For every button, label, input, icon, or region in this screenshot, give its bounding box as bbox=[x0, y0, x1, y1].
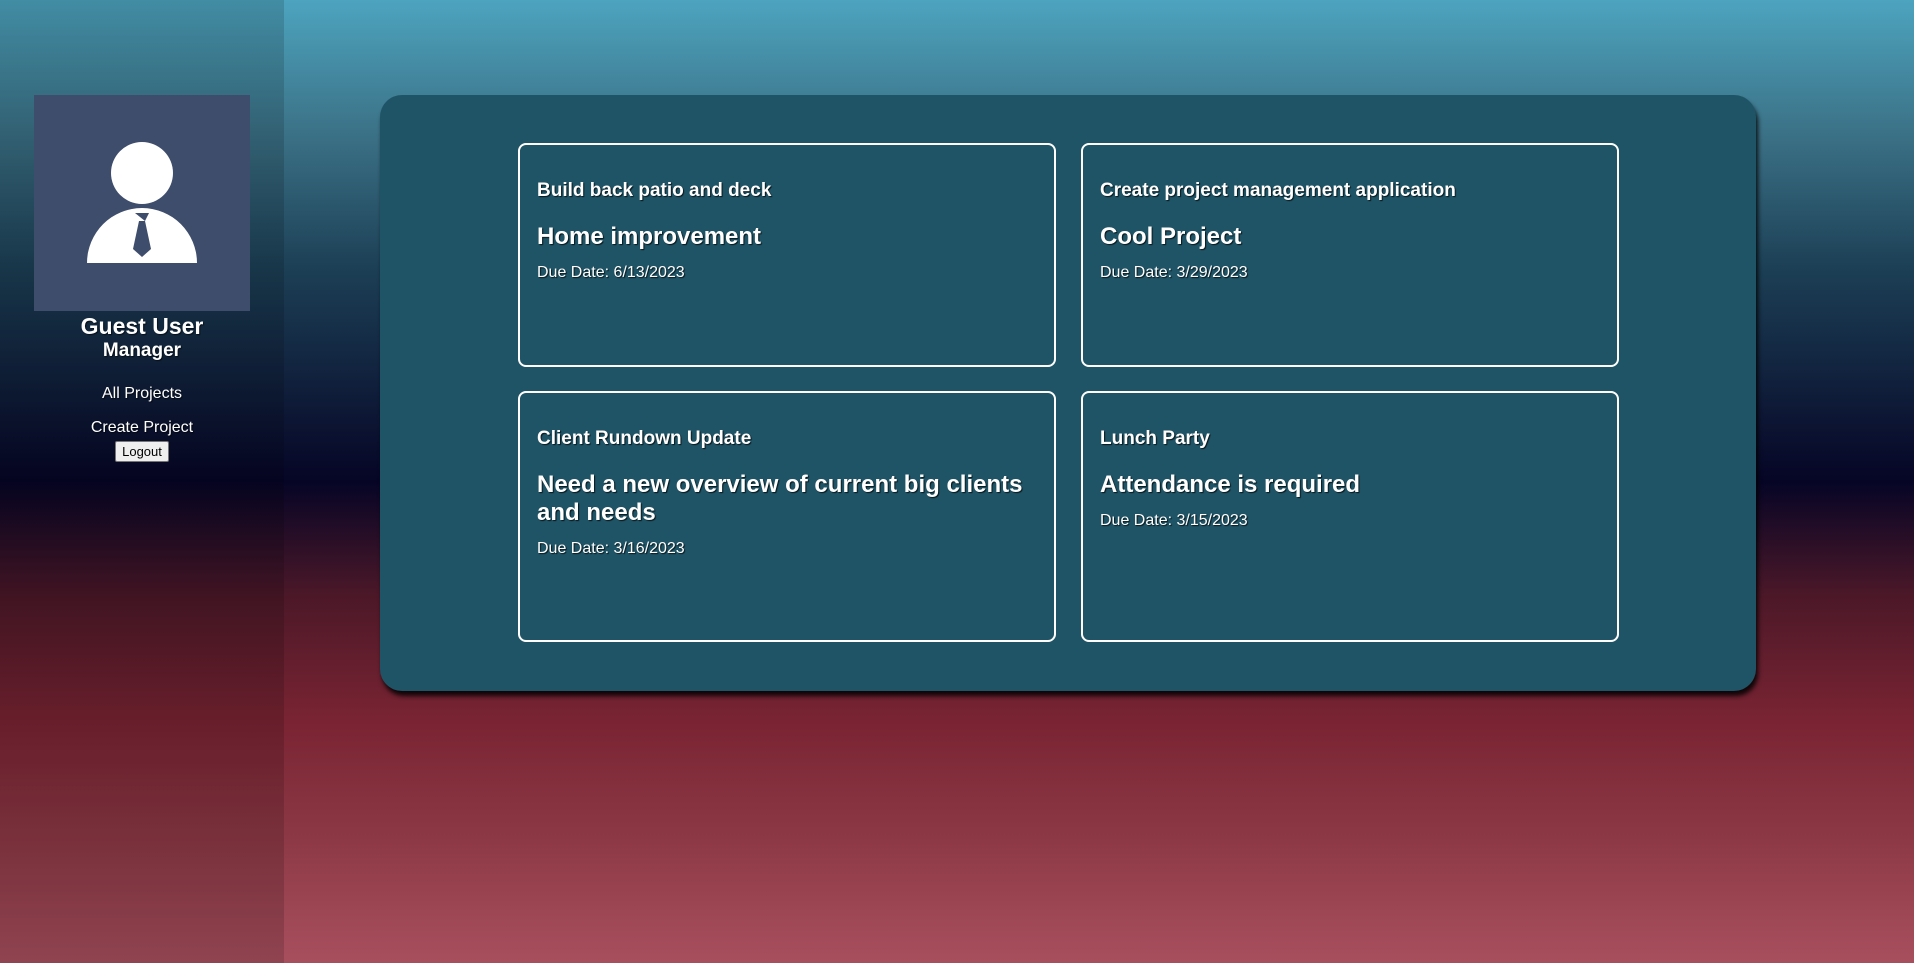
sidebar: Guest User Manager All Projects Create P… bbox=[0, 0, 284, 963]
user-name: Guest User bbox=[80, 313, 204, 339]
project-description: Cool Project bbox=[1100, 223, 1242, 250]
user-role: Manager bbox=[102, 340, 182, 361]
project-due-date: Due Date: 3/29/2023 bbox=[1100, 264, 1248, 281]
project-card[interactable]: Build back patio and deck Home improveme… bbox=[518, 143, 1056, 367]
projects-panel: Build back patio and deck Home improveme… bbox=[380, 95, 1756, 691]
project-card[interactable]: Lunch Party Attendance is required Due D… bbox=[1081, 391, 1619, 642]
project-grid: Build back patio and deck Home improveme… bbox=[518, 143, 1619, 642]
project-due-date: Due Date: 3/15/2023 bbox=[1100, 512, 1248, 529]
project-description: Need a new overview of current big clien… bbox=[537, 471, 1023, 526]
project-title: Create project management application bbox=[1100, 180, 1456, 201]
project-card[interactable]: Create project management application Co… bbox=[1081, 143, 1619, 367]
project-title: Build back patio and deck bbox=[537, 180, 772, 201]
project-due-date: Due Date: 3/16/2023 bbox=[537, 540, 685, 557]
logout-button[interactable]: Logout bbox=[115, 441, 169, 462]
nav-all-projects[interactable]: All Projects bbox=[102, 384, 182, 404]
project-due-date: Due Date: 6/13/2023 bbox=[537, 264, 685, 281]
project-card[interactable]: Client Rundown Update Need a new overvie… bbox=[518, 391, 1056, 642]
user-avatar-icon bbox=[87, 142, 197, 263]
user-avatar bbox=[34, 95, 250, 311]
project-title: Client Rundown Update bbox=[537, 428, 752, 449]
project-description: Home improvement bbox=[537, 223, 762, 250]
project-description: Attendance is required bbox=[1100, 471, 1361, 498]
nav-create-project[interactable]: Create Project bbox=[91, 418, 193, 438]
project-title: Lunch Party bbox=[1100, 428, 1210, 449]
